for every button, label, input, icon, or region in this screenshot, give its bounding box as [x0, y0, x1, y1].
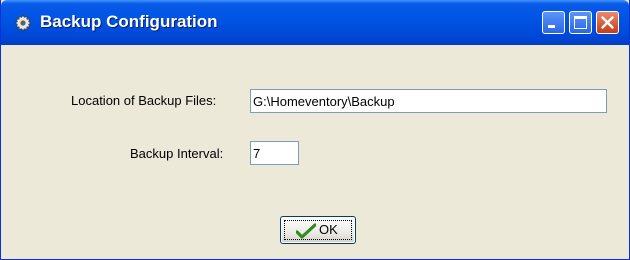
backup-configuration-dialog: Backup Configuration Location of Backup …	[0, 0, 630, 260]
ok-button[interactable]: OK	[280, 216, 356, 244]
backup-interval-label: Backup Interval:	[130, 146, 224, 161]
ok-button-label: OK	[319, 222, 338, 237]
close-icon	[601, 16, 614, 29]
maximize-icon	[574, 16, 587, 29]
minimize-icon	[548, 25, 555, 28]
backup-location-label: Location of Backup Files:	[71, 93, 217, 108]
gear-icon[interactable]	[14, 14, 32, 32]
minimize-button[interactable]	[542, 11, 565, 34]
backup-interval-input[interactable]	[250, 141, 299, 165]
backup-location-input[interactable]	[250, 89, 607, 113]
maximize-button[interactable]	[569, 11, 592, 34]
close-button[interactable]	[596, 11, 619, 34]
title-bar[interactable]: Backup Configuration	[1, 0, 629, 45]
focus-rectangle	[284, 220, 352, 240]
window-title: Backup Configuration	[40, 12, 218, 31]
checkmark-icon	[296, 223, 316, 239]
